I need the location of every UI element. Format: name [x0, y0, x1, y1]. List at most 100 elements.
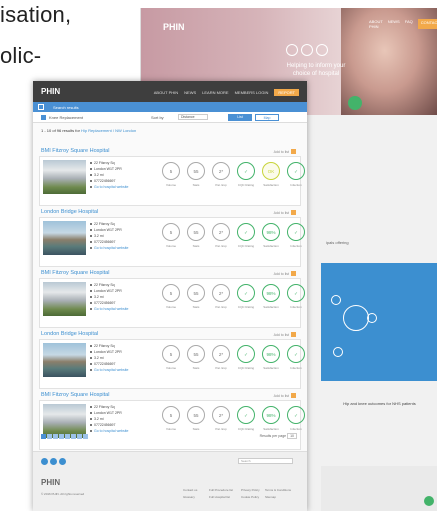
facebook-icon[interactable] — [41, 458, 48, 465]
contact-button[interactable]: CONTACT — [417, 19, 437, 29]
website-link[interactable]: Go to hospital website — [90, 306, 128, 312]
add-to-list[interactable]: Add to list — [274, 210, 296, 215]
website-link[interactable]: Go to hospital website — [90, 367, 128, 373]
filter-tag[interactable]: Knee Replacement — [41, 115, 83, 120]
per-page-select[interactable]: 10 — [287, 433, 297, 439]
metric-value[interactable]: 5 — [162, 406, 180, 424]
metric: ✓ Infection — [285, 406, 307, 431]
footer-link[interactable]: Full Hospital list — [209, 495, 239, 499]
metric-value[interactable]: 5 — [162, 162, 180, 180]
map-view-button[interactable]: Map — [255, 114, 279, 121]
nav-about[interactable]: ABOUT PHIN — [154, 90, 178, 95]
close-icon[interactable] — [41, 115, 46, 120]
metric-value[interactable]: ✓ — [237, 223, 255, 241]
metric-caption: Stats — [192, 366, 200, 370]
nav-learn-more[interactable]: LEARN MORE — [202, 90, 228, 95]
footer-link[interactable]: Cookie Policy — [241, 495, 263, 499]
report-button[interactable]: REPORT — [274, 89, 299, 96]
nav-about[interactable]: ABOUT PHIN — [369, 19, 383, 29]
metric-value[interactable]: 5 — [162, 223, 180, 241]
page-button[interactable] — [53, 434, 58, 439]
metric-value[interactable]: 55 — [187, 345, 205, 363]
results-per-page[interactable]: Results per page 10 — [260, 433, 297, 439]
add-to-list[interactable]: Add to list — [274, 149, 296, 154]
website-link[interactable]: Go to hospital website — [90, 245, 128, 251]
nav-news[interactable]: NEWS — [388, 19, 400, 29]
metric-caption: CQC Rating — [237, 366, 255, 370]
page-button[interactable] — [41, 434, 46, 439]
metric-value[interactable]: OK — [262, 162, 280, 180]
metric-value[interactable]: 5 — [162, 345, 180, 363]
check-circle-icon — [331, 295, 341, 305]
metric-value[interactable]: 98% — [262, 406, 280, 424]
page-button[interactable] — [77, 434, 82, 439]
info-circle-icon — [343, 305, 369, 331]
footer-link[interactable]: Sitemap — [265, 495, 295, 499]
nav-faq[interactable]: FAQ — [405, 19, 413, 29]
page-button[interactable] — [71, 434, 76, 439]
chat-icon[interactable] — [424, 496, 434, 506]
metric-value[interactable]: ✓ — [237, 345, 255, 363]
plus-icon[interactable] — [291, 210, 296, 215]
add-to-list[interactable]: Add to list — [274, 393, 296, 398]
plus-icon[interactable] — [291, 149, 296, 154]
metric-value[interactable]: ✓ — [287, 345, 305, 363]
phin-logo[interactable]: PHIN — [41, 87, 60, 96]
metric-value[interactable]: 2* — [212, 345, 230, 363]
page-button[interactable] — [65, 434, 70, 439]
metric-value[interactable]: 2* — [212, 284, 230, 302]
metric: 5 Volume — [160, 345, 182, 370]
hospital-title[interactable]: BMI Fitzroy Square Hospital — [41, 270, 109, 276]
list-view-button[interactable]: List — [228, 114, 252, 121]
metric-value[interactable]: 98% — [262, 345, 280, 363]
metric-value[interactable]: ✓ — [237, 284, 255, 302]
nav-members-login[interactable]: MEMBERS LOGIN — [235, 90, 269, 95]
website-link[interactable]: Go to hospital website — [90, 184, 128, 190]
metric-value[interactable]: ✓ — [287, 406, 305, 424]
metric-value[interactable]: 2* — [212, 223, 230, 241]
metric-value[interactable]: 5 — [162, 284, 180, 302]
plus-icon[interactable] — [291, 332, 296, 337]
nav-news[interactable]: NEWS — [184, 90, 196, 95]
metric-caption: Volume — [165, 183, 176, 187]
website-link[interactable]: Go to hospital website — [90, 428, 128, 434]
twitter-icon[interactable] — [50, 458, 57, 465]
hospital-title[interactable]: BMI Fitzroy Square Hospital — [41, 148, 109, 154]
hospital-title[interactable]: London Bridge Hospital — [41, 331, 98, 337]
metric-value[interactable]: ✓ — [237, 406, 255, 424]
search-icon[interactable] — [348, 96, 362, 110]
hospital-title[interactable]: BMI Fitzroy Square Hospital — [41, 392, 109, 398]
metric-value[interactable]: ✓ — [287, 223, 305, 241]
page-button[interactable] — [59, 434, 64, 439]
page-button[interactable] — [47, 434, 52, 439]
footer-link[interactable]: Privacy Policy — [241, 488, 263, 492]
footer-link[interactable]: Full Procedure list — [209, 488, 239, 492]
results-query[interactable]: Hip Replacement / NW London — [81, 128, 136, 133]
sort-select[interactable]: Distance — [178, 114, 208, 120]
metric-value[interactable]: 55 — [187, 284, 205, 302]
hospital-title[interactable]: London Bridge Hospital — [41, 209, 98, 215]
metric-value[interactable]: ✓ — [287, 284, 305, 302]
metric-value[interactable]: 55 — [187, 162, 205, 180]
footer-search-input[interactable]: Search — [238, 458, 293, 464]
footer-link[interactable]: Terms & Conditions — [265, 488, 295, 492]
plus-icon[interactable] — [291, 393, 296, 398]
metric-value[interactable]: 98% — [262, 284, 280, 302]
metric-value[interactable]: 55 — [187, 223, 205, 241]
search-label: Search results — [53, 105, 79, 110]
search-icon[interactable] — [38, 104, 44, 110]
metric-value[interactable]: ✓ — [287, 162, 305, 180]
plus-icon[interactable] — [291, 271, 296, 276]
metric-value[interactable]: ✓ — [237, 162, 255, 180]
add-to-list[interactable]: Add to list — [274, 332, 296, 337]
footer-link[interactable]: Glossary — [183, 495, 207, 499]
metric-value[interactable]: 2* — [212, 162, 230, 180]
add-to-list[interactable]: Add to list — [274, 271, 296, 276]
hospital-info: 22 Fitzroy Sq London W1T 2PR 3.2 mi 0772245… — [90, 404, 128, 434]
metric-value[interactable]: 2* — [212, 406, 230, 424]
page-button[interactable] — [83, 434, 88, 439]
youtube-icon[interactable] — [59, 458, 66, 465]
footer-link[interactable]: Contact us — [183, 488, 207, 492]
metric-value[interactable]: 98% — [262, 223, 280, 241]
metric-value[interactable]: 55 — [187, 406, 205, 424]
